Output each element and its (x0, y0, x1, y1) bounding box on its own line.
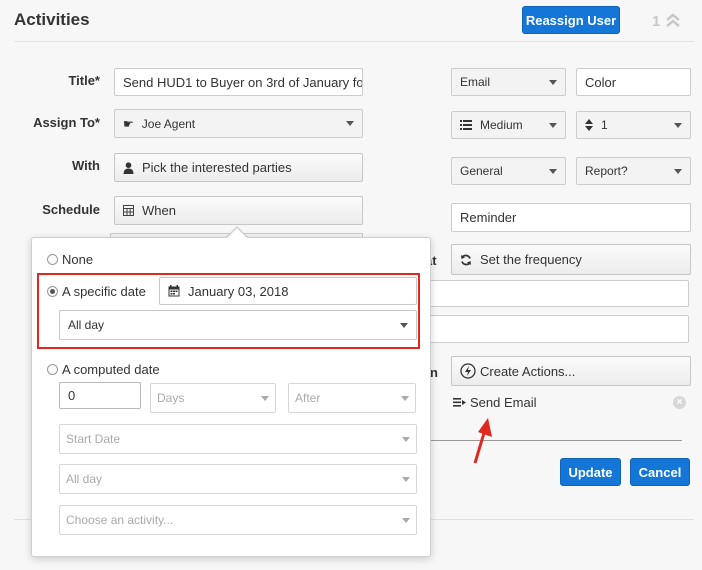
hidden-field-1[interactable] (420, 280, 689, 307)
count-value: 1 (601, 118, 608, 132)
chevron-down-icon (261, 395, 269, 401)
radio-computed-date[interactable]: A computed date (47, 362, 160, 377)
priority-value: Medium (480, 118, 523, 132)
radio-computed-control[interactable] (47, 364, 58, 375)
after-select[interactable]: After (288, 383, 416, 413)
radio-none-control[interactable] (47, 254, 58, 265)
header-divider (14, 41, 694, 42)
reminder-input[interactable]: Reminder (451, 203, 691, 232)
title-input[interactable]: Send HUD1 to Buyer on 3rd of January for (114, 68, 363, 96)
hidden-field-2[interactable] (420, 315, 689, 343)
chevron-down-icon (401, 395, 409, 401)
calendar-icon (168, 285, 180, 297)
radio-none[interactable]: None (47, 252, 93, 267)
schedule-label: Schedule (42, 202, 100, 217)
with-picker-button[interactable]: Pick the interested parties (114, 153, 363, 182)
computed-time-select[interactable]: All day (59, 464, 417, 494)
sort-icon (585, 119, 593, 131)
list-icon (460, 120, 472, 130)
activity-type-value: Email (460, 75, 491, 89)
chevron-down-icon (402, 476, 410, 482)
computed-time-placeholder: All day (66, 472, 103, 486)
assign-to-value: Joe Agent (141, 116, 196, 131)
chevron-down-icon (402, 436, 410, 442)
color-input[interactable]: Color (576, 68, 691, 96)
activity-type-select[interactable]: Email (451, 68, 566, 96)
chevron-down-icon (346, 121, 354, 126)
send-email-label: Send Email (470, 395, 537, 410)
user-icon (123, 161, 134, 174)
activity-placeholder: Choose an activity... (66, 513, 174, 527)
category-select[interactable]: General (451, 157, 566, 185)
assign-to-select[interactable]: ☛ Joe Agent (114, 109, 363, 138)
days-placeholder: Days (157, 391, 185, 405)
color-placeholder: Color (585, 74, 617, 90)
annotation-arrow-icon (473, 418, 492, 464)
chevron-down-icon (549, 79, 557, 85)
with-label: With (71, 158, 100, 173)
category-value: General (460, 164, 503, 178)
divider (431, 440, 682, 441)
schedule-value: When (142, 203, 176, 218)
pager[interactable]: 1 (652, 12, 681, 32)
radio-specific-date[interactable]: A specific date (47, 284, 146, 299)
popup-pointer-fill (227, 228, 247, 238)
calendar-grid-icon (123, 205, 134, 216)
start-date-select[interactable]: Start Date (59, 424, 417, 454)
chevron-down-icon (674, 168, 682, 174)
schedule-button[interactable]: When (114, 196, 363, 225)
refresh-icon (460, 254, 472, 266)
after-placeholder: After (295, 391, 321, 405)
count-select[interactable]: 1 (576, 111, 691, 139)
send-email-action[interactable]: Send Email (453, 395, 536, 410)
offset-number-input[interactable]: 0 (59, 382, 141, 409)
chevron-down-icon (400, 322, 408, 328)
set-frequency-button[interactable]: Set the frequency (451, 244, 691, 275)
time-value: All day (68, 318, 105, 332)
set-frequency-label: Set the frequency (480, 252, 582, 267)
title-label: Title* (68, 73, 100, 88)
remove-action-icon[interactable]: × (673, 396, 686, 409)
update-button[interactable]: Update (560, 458, 621, 486)
date-input[interactable]: January 03, 2018 (159, 277, 417, 305)
days-select[interactable]: Days (150, 383, 276, 413)
chevron-down-icon (674, 122, 682, 128)
pointing-hand-icon: ☛ (123, 116, 134, 131)
lightning-icon (460, 363, 476, 379)
chevron-down-icon (402, 517, 410, 523)
radio-specific-label: A specific date (62, 284, 146, 299)
start-date-placeholder: Start Date (66, 432, 121, 446)
create-actions-label: Create Actions... (480, 363, 576, 379)
time-select[interactable]: All day (59, 310, 417, 340)
radio-none-label: None (62, 252, 94, 267)
reassign-user-button[interactable]: Reassign User (522, 6, 620, 34)
cancel-button[interactable]: Cancel (630, 458, 690, 486)
create-actions-button[interactable]: Create Actions... (451, 356, 691, 386)
report-value: Report? (585, 164, 628, 178)
page-title: Activities (14, 10, 90, 29)
date-value: January 03, 2018 (188, 283, 289, 299)
email-action-icon (453, 398, 466, 407)
radio-computed-label: A computed date (62, 362, 160, 377)
radio-specific-control[interactable] (47, 286, 58, 297)
assign-to-label: Assign To* (33, 115, 100, 130)
chevron-down-icon (549, 168, 557, 174)
activity-select[interactable]: Choose an activity... (59, 505, 417, 535)
reminder-placeholder: Reminder (460, 210, 517, 225)
report-select[interactable]: Report? (576, 157, 691, 185)
priority-select[interactable]: Medium (451, 111, 566, 139)
page-number: 1 (652, 12, 661, 30)
with-value: Pick the interested parties (142, 160, 292, 175)
chevron-down-icon (549, 122, 557, 128)
chevron-up-icon[interactable] (665, 12, 681, 32)
